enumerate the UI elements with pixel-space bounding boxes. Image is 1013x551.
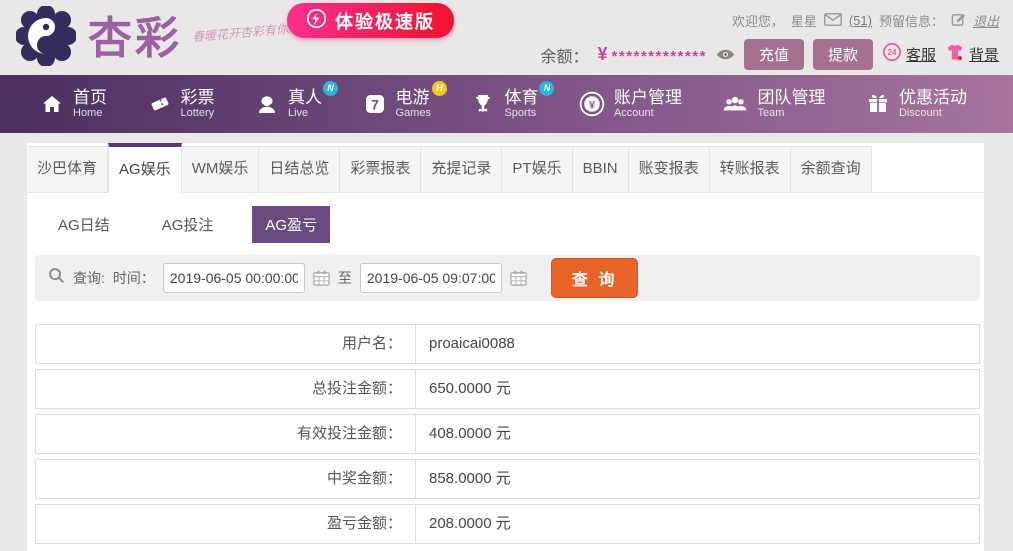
- query-bar: 查询: 时间： 至 查 询: [35, 255, 980, 301]
- site-logo[interactable]: 杏彩: [15, 5, 182, 71]
- reserved-info-label: 预留信息：: [878, 14, 944, 29]
- seven-icon: 7: [363, 92, 387, 116]
- subtab-ag-daily[interactable]: AG日结: [45, 206, 123, 243]
- calendar-icon[interactable]: [313, 270, 330, 286]
- table-row-total-bet: 总投注金额： 650.0000 元: [35, 369, 980, 409]
- ag-subtabs: AG日结 AG投注 AG盈亏: [45, 206, 984, 243]
- nav-item-team[interactable]: 团队管理 Team: [722, 88, 825, 120]
- table-row-winnings: 中奖金额： 858.0000 元: [35, 459, 980, 499]
- live-person-icon: [255, 92, 279, 116]
- customer-service-link[interactable]: 24 客服: [882, 42, 936, 67]
- username: 星星: [790, 14, 817, 29]
- welcome-bar: 欢迎您， 星星 (51) 预留信息： 退出: [732, 11, 999, 30]
- edit-icon[interactable]: [951, 12, 966, 30]
- tab-bbin[interactable]: BBIN: [572, 146, 629, 192]
- currency-symbol: ¥: [597, 44, 608, 64]
- tab-daily-summary[interactable]: 日结总览: [259, 146, 341, 192]
- trophy-icon: [471, 92, 495, 116]
- new-badge: N: [539, 80, 555, 96]
- nav-item-sports[interactable]: 体育 Sports N: [471, 80, 555, 120]
- speed-version-label: 体验极速版: [335, 11, 435, 32]
- customer-service-label: 客服: [905, 47, 936, 64]
- subtab-ag-bets[interactable]: AG投注: [149, 206, 227, 243]
- tab-ag-entertainment[interactable]: AG娱乐: [108, 143, 182, 193]
- svg-text:24: 24: [887, 48, 897, 57]
- logo-text: 杏彩: [88, 13, 182, 63]
- recharge-button[interactable]: 充值: [743, 39, 804, 70]
- shirt-icon: [945, 43, 965, 66]
- new-badge: N: [323, 80, 338, 96]
- hot-badge: H: [431, 80, 447, 96]
- date-to-input[interactable]: [359, 263, 502, 293]
- background-link[interactable]: 背景: [945, 43, 999, 66]
- balance-masked-value: *************: [611, 48, 707, 65]
- welcome-text: 欢迎您，: [731, 14, 784, 29]
- tab-transfer-report[interactable]: 转账报表: [709, 146, 791, 192]
- service-24-icon: 24: [882, 42, 902, 67]
- tab-account-change-report[interactable]: 账变报表: [628, 146, 710, 192]
- date-from-input[interactable]: [162, 263, 305, 293]
- main-nav: 首页 Home 彩票 Lottery 真人 Live N 7 电游 Games H 体育…: [0, 75, 1013, 133]
- header: 杏彩 春暖花开杏彩有你! 体验极速版 欢迎您， 星星 (51) 预留信息： 退出…: [0, 0, 1013, 75]
- table-row-valid-bet: 有效投注金额： 408.0000 元: [35, 414, 980, 454]
- mail-count-link[interactable]: (51): [849, 13, 872, 28]
- svg-text:7: 7: [371, 97, 379, 113]
- tab-lottery-report[interactable]: 彩票报表: [340, 146, 422, 192]
- speed-version-button[interactable]: 体验极速版: [287, 3, 454, 38]
- gift-icon: [866, 92, 890, 116]
- tab-wm-entertainment[interactable]: WM娱乐: [181, 146, 260, 192]
- mail-icon[interactable]: [823, 12, 842, 29]
- tab-pt-entertainment[interactable]: PT娱乐: [502, 146, 573, 192]
- nav-item-account[interactable]: ¥ 账户管理 Account: [579, 88, 682, 120]
- search-icon: [48, 267, 65, 289]
- balance-bar: 余额： ¥ ************* 充值 提款 24 客服 背景: [541, 39, 999, 70]
- tab-deposit-withdraw-records[interactable]: 充提记录: [421, 146, 503, 192]
- withdraw-button[interactable]: 提款: [812, 39, 873, 70]
- background-label: 背景: [968, 47, 999, 64]
- eye-icon[interactable]: [716, 48, 735, 61]
- logout-link[interactable]: 退出: [973, 11, 999, 30]
- content-panel: 沙巴体育 AG娱乐 WM娱乐 日结总览 彩票报表 充提记录 PT娱乐 BBIN …: [27, 143, 984, 551]
- yuan-circle-icon: ¥: [579, 91, 605, 117]
- tab-balance-inquiry[interactable]: 余额查询: [790, 146, 872, 192]
- tab-shaba-sports[interactable]: 沙巴体育: [27, 146, 109, 192]
- table-row-username: 用户名： proaicai0088: [35, 324, 980, 364]
- profit-loss-report: 用户名： proaicai0088 总投注金额： 650.0000 元 有效投注…: [35, 324, 980, 544]
- svg-text:¥: ¥: [589, 99, 596, 111]
- logo-emblem-icon: [15, 5, 77, 71]
- nav-item-lottery[interactable]: 彩票 Lottery: [148, 88, 215, 120]
- nav-item-live[interactable]: 真人 Live N: [255, 80, 338, 120]
- calendar-icon[interactable]: [510, 270, 527, 286]
- balance-label: 余额：: [540, 48, 589, 66]
- subtab-ag-profit-loss[interactable]: AG盈亏: [252, 206, 331, 243]
- to-label: 至: [337, 270, 352, 286]
- nav-item-discount[interactable]: 优惠活动 Discount: [866, 88, 967, 120]
- home-icon: [40, 92, 64, 116]
- report-tabs: 沙巴体育 AG娱乐 WM娱乐 日结总览 彩票报表 充提记录 PT娱乐 BBIN …: [27, 143, 984, 193]
- nav-item-games[interactable]: 7 电游 Games H: [363, 80, 447, 120]
- team-icon: [722, 91, 748, 117]
- table-row-profit-loss: 盈亏金额： 208.0000 元: [35, 504, 980, 544]
- ticket-icon: [148, 92, 172, 116]
- logo-slogan: 春暖花开杏彩有你!: [191, 21, 292, 45]
- lightning-icon: [306, 8, 327, 34]
- query-title: 查询:: [73, 270, 105, 286]
- query-submit-button[interactable]: 查 询: [550, 258, 639, 298]
- nav-item-home[interactable]: 首页 Home: [40, 88, 107, 120]
- time-label: 时间：: [112, 270, 155, 286]
